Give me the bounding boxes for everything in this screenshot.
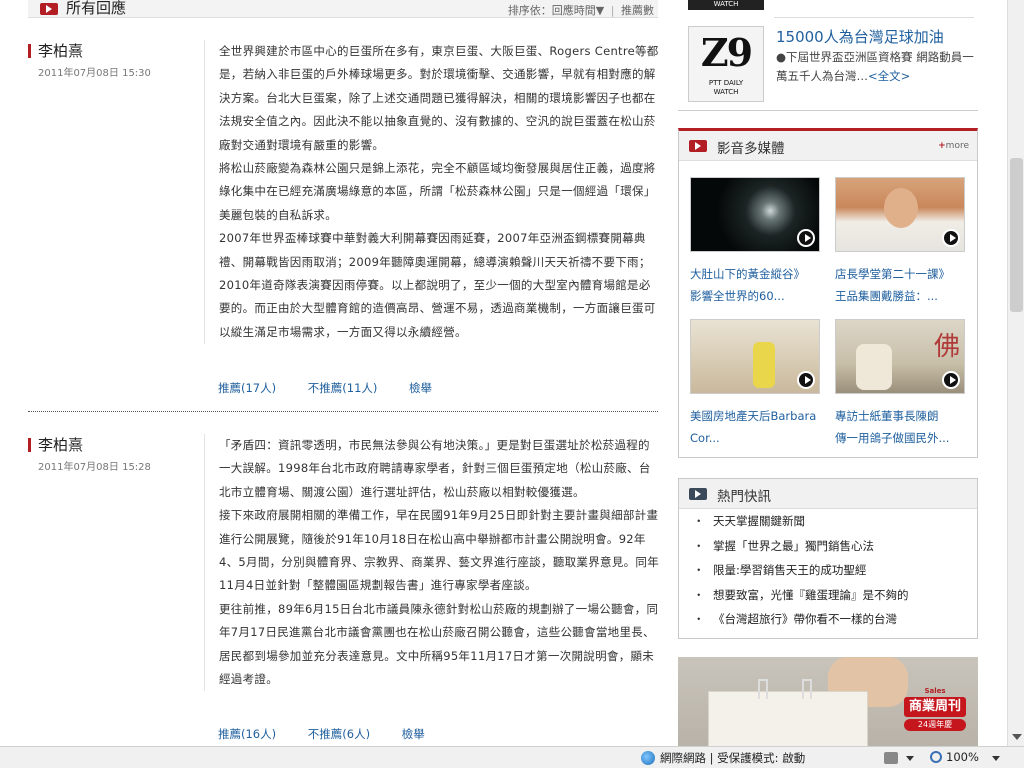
comment-paragraph: 更往前推，89年6月15日台北市議員陳永德針對松山菸廠的規劃辦了一場公聽會，同年… (219, 601, 659, 687)
ptt-logo-caption: PTT DAILY WATCH (708, 79, 744, 96)
video-thumb[interactable] (690, 177, 820, 252)
security-status[interactable]: 網際網路 | 受保護模式: 啟動 (660, 750, 805, 766)
promo-prev-thumb[interactable]: WATCH (688, 0, 764, 10)
media-box: 影音多媒體 +more 大肚山下的黃金縱谷》 影響全世界的60... 店長學堂第… (678, 128, 978, 458)
comment-paragraph: 將松山菸廠變為森林公園只是錦上添花，完全不顧區域均衡發展與居住正義，過度將綠化集… (219, 161, 656, 222)
media-more-link[interactable]: +more (938, 141, 969, 151)
report-link[interactable]: 檢舉 (409, 381, 432, 395)
promo-title[interactable]: 15000人為台灣足球加油 (776, 26, 944, 47)
video-caption[interactable]: 專訪士紙董事長陳朗 傳一用鴿子做國民外... (835, 405, 969, 449)
scrollbar-thumb[interactable] (1010, 158, 1023, 312)
comment-body: 「矛盾四：資訊零透明，市民無法參與公有地決策。」更是對巨蛋選址於松菸過程的一大誤… (204, 434, 660, 692)
not-recommend-link[interactable]: 不推薦(6人) (308, 727, 370, 741)
zoom-level[interactable]: 100% (946, 750, 979, 764)
media-box-header: 影音多媒體 +more (679, 131, 977, 161)
comments-title: 所有回應 (66, 0, 127, 17)
hot-news-item[interactable]: ・想要致富，光懂『雞蛋理論』是不夠的 (693, 583, 973, 608)
hot-news-header: 熱門快訊 (679, 479, 977, 509)
chevron-down-icon[interactable] (906, 756, 914, 761)
promo-desc: ●下屆世界盃亞洲區資格賽 網路動員一萬五千人為台灣…<全文> (776, 50, 974, 83)
video-thumb[interactable] (835, 177, 965, 252)
comment-author[interactable]: 李柏熹 (38, 434, 83, 455)
media-box-title: 影音多媒體 (717, 141, 785, 157)
sort-by-time-button[interactable]: 排序依：回應時間▼ (508, 2, 604, 18)
zoom-icon[interactable] (930, 751, 942, 763)
hot-news-item[interactable]: ・掌握「世界之最」獨門銷售心法 (693, 534, 973, 559)
comment-body: 全世界興建於市區中心的巨蛋所在多有，東京巨蛋、大阪巨蛋、Rogers Centr… (204, 40, 660, 345)
ad-badge: Sales 商業周刊 24週年慶 (904, 687, 966, 743)
comment-date: 2011年07月08日 15:30 (38, 68, 151, 79)
ptt-logo[interactable]: Z9 PTT DAILY WATCH (688, 26, 764, 102)
comment-marker (28, 438, 31, 452)
video-caption[interactable]: 美國房地產天后Barbara Cor... (690, 405, 824, 449)
sort-bar: 排序依：回應時間▼ | 推薦數 (507, 2, 654, 18)
comment-actions: 推薦(16人) 不推薦(6人) 檢舉 (218, 726, 453, 742)
sort-by-recommend-button[interactable]: 推薦數 (621, 2, 654, 18)
promo-more-link[interactable]: <全文> (868, 69, 910, 83)
report-link[interactable]: 檢舉 (402, 727, 425, 741)
comment-marker (28, 44, 31, 58)
comments-header: 所有回應 排序依：回應時間▼ | 推薦數 (28, 0, 658, 18)
video-thumb[interactable]: 佛 (835, 319, 965, 394)
recommend-link[interactable]: 推薦(17人) (218, 381, 276, 395)
video-caption[interactable]: 店長學堂第二十一課》 王品集團戴勝益：... (835, 263, 969, 307)
hot-news-title: 熱門快訊 (717, 489, 771, 505)
recommend-link[interactable]: 推薦(16人) (218, 727, 276, 741)
globe-icon (641, 751, 655, 765)
hot-news-box: 熱門快訊 ・天天掌握關鍵新聞 ・掌握「世界之最」獨門銷售心法 ・限量:學習銷售天… (678, 478, 978, 639)
comments-column: 所有回應 排序依：回應時間▼ | 推薦數 李柏熹 2011年07月08日 15:… (28, 0, 660, 746)
comment-paragraph: 2007年世界盃棒球賽中華對義大利開幕賽因雨延賽，2007年亞洲盃鋼標賽開幕典禮… (219, 231, 656, 339)
ad-banner[interactable]: Sales 商業周刊 24週年慶 (678, 657, 978, 746)
video-caption[interactable]: 大肚山下的黃金縱谷》 影響全世界的60... (690, 263, 824, 307)
ptt-logo-mark: Z9 (700, 30, 753, 75)
comment-date: 2011年07月08日 15:28 (38, 462, 151, 473)
hot-news-item[interactable]: ・天天掌握關鍵新聞 (693, 509, 973, 534)
play-icon[interactable] (797, 229, 815, 247)
hot-news-item[interactable]: ・限量:學習銷售天王的成功聖經 (693, 558, 973, 583)
comment-paragraph: 接下來政府展開相關的準備工作，早在民國91年9月25日即針對主要計畫與細部計畫進… (219, 508, 660, 593)
comment-author[interactable]: 李柏熹 (38, 40, 83, 61)
not-recommend-link[interactable]: 不推薦(11人) (308, 381, 378, 395)
comment-actions: 推薦(17人) 不推薦(11人) 檢舉 (218, 380, 460, 396)
comment-paragraph: 全世界興建於市區中心的巨蛋所在多有，東京巨蛋、大阪巨蛋、Rogers Centr… (219, 44, 659, 152)
comment-paragraph: 「矛盾四：資訊零透明，市民無法參與公有地決策。」更是對巨蛋選址於松菸過程的一大誤… (219, 438, 651, 499)
comment-divider (28, 411, 658, 412)
compat-view-icon[interactable] (884, 752, 898, 764)
play-icon[interactable] (942, 371, 960, 389)
hot-arrow-icon (689, 488, 707, 500)
scroll-down-arrow-icon[interactable] (1012, 734, 1022, 740)
vertical-scrollbar[interactable] (1007, 0, 1024, 746)
media-arrow-icon (689, 140, 707, 152)
video-thumb[interactable] (690, 319, 820, 394)
section-arrow-icon (40, 3, 58, 15)
zoom-dropdown-icon[interactable] (992, 756, 1000, 761)
promo-prev-caption: WATCH (713, 0, 739, 8)
status-bar: 網際網路 | 受保護模式: 啟動 100% (0, 746, 1024, 768)
play-icon[interactable] (942, 229, 960, 247)
play-icon[interactable] (797, 371, 815, 389)
hot-news-list: ・天天掌握關鍵新聞 ・掌握「世界之最」獨門銷售心法 ・限量:學習銷售天王的成功聖… (693, 509, 973, 632)
hot-news-item[interactable]: ・《台灣超旅行》帶你看不一樣的台灣 (693, 607, 973, 632)
